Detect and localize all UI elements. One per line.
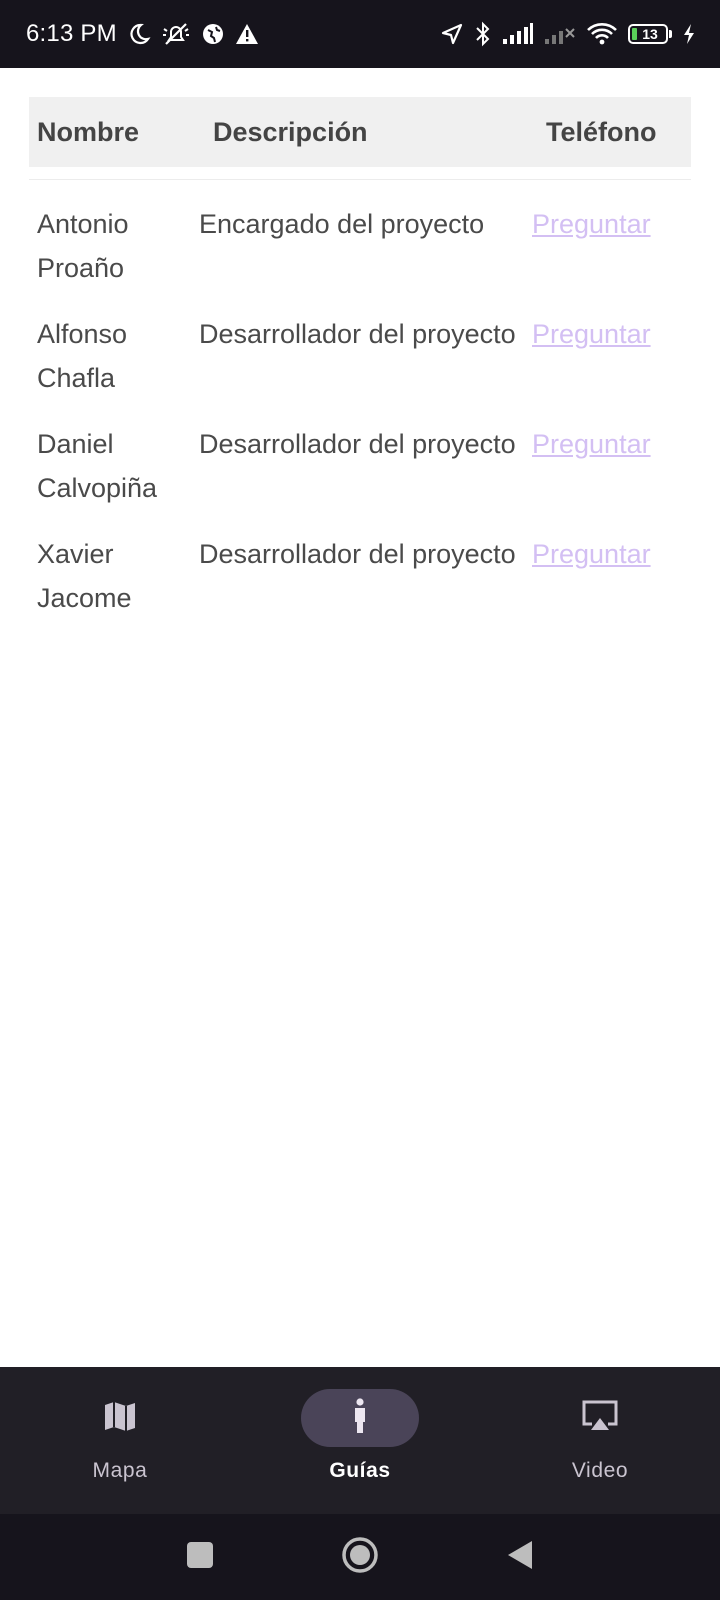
battery-icon: 13 bbox=[628, 24, 672, 44]
signal-off-icon bbox=[544, 23, 576, 45]
moon-icon bbox=[127, 22, 151, 46]
status-time: 6:13 PM bbox=[26, 20, 117, 47]
cell-description: Desarrollador del proyecto bbox=[199, 429, 516, 459]
ask-link[interactable]: Preguntar bbox=[532, 209, 651, 239]
battery-box: 13 bbox=[628, 24, 668, 44]
cell-description: Desarrollador del proyecto bbox=[199, 319, 516, 349]
nav-pill bbox=[541, 1389, 659, 1447]
cell-name: Alfonso Chafla bbox=[37, 319, 128, 393]
nav-item-guias[interactable]: Guías bbox=[260, 1367, 460, 1483]
warning-icon bbox=[235, 23, 259, 45]
table-row: Xavier Jacome Desarrollador del proyecto… bbox=[29, 532, 691, 642]
battery-cap bbox=[669, 30, 672, 38]
cell-name: Xavier Jacome bbox=[37, 539, 132, 613]
ask-link[interactable]: Preguntar bbox=[532, 319, 651, 349]
guides-table: Nombre Descripción Teléfono Antonio Proa… bbox=[29, 97, 691, 642]
nav-label-guias: Guías bbox=[329, 1459, 391, 1482]
nav-pill-active bbox=[301, 1389, 419, 1447]
cell-phone: Preguntar bbox=[531, 532, 691, 642]
status-right: 13 bbox=[440, 21, 696, 47]
table-separator bbox=[29, 167, 691, 180]
header-description: Descripción bbox=[198, 97, 531, 167]
status-bar: 6:13 PM 13 bbox=[0, 0, 720, 68]
signal-icon bbox=[502, 23, 534, 45]
home-button[interactable] bbox=[330, 1527, 390, 1587]
ask-link[interactable]: Preguntar bbox=[532, 429, 651, 459]
cell-phone: Preguntar bbox=[531, 202, 691, 312]
location-icon bbox=[440, 22, 464, 46]
table-row: Alfonso Chafla Desarrollador del proyect… bbox=[29, 312, 691, 422]
ask-link[interactable]: Preguntar bbox=[532, 539, 651, 569]
silent-alarm-icon bbox=[161, 21, 191, 47]
system-navigation bbox=[0, 1514, 720, 1600]
nav-pill bbox=[61, 1389, 179, 1447]
home-circle-icon bbox=[341, 1536, 379, 1579]
nav-label-mapa: Mapa bbox=[92, 1459, 148, 1482]
charging-icon bbox=[682, 23, 696, 45]
back-triangle-icon bbox=[506, 1539, 534, 1576]
recents-square-icon bbox=[186, 1541, 214, 1574]
cell-name: Daniel Calvopiña bbox=[37, 429, 158, 503]
person-icon bbox=[350, 1397, 370, 1439]
table-spacer bbox=[29, 180, 691, 203]
map-icon bbox=[102, 1398, 138, 1439]
cell-phone: Preguntar bbox=[531, 422, 691, 532]
back-button[interactable] bbox=[490, 1527, 550, 1587]
header-phone: Teléfono bbox=[531, 97, 691, 167]
nav-item-video[interactable]: Video bbox=[500, 1367, 700, 1483]
table-header-row: Nombre Descripción Teléfono bbox=[29, 97, 691, 167]
bottom-navigation: Mapa Guías Video bbox=[0, 1367, 720, 1514]
wifi-icon bbox=[586, 22, 618, 46]
cell-description: Desarrollador del proyecto bbox=[199, 539, 516, 569]
recents-button[interactable] bbox=[170, 1527, 230, 1587]
cell-name: Antonio Proaño bbox=[37, 209, 129, 283]
header-name: Nombre bbox=[29, 97, 198, 167]
table-row: Daniel Calvopiña Desarrollador del proye… bbox=[29, 422, 691, 532]
battery-level: 13 bbox=[642, 26, 658, 42]
cell-phone: Preguntar bbox=[531, 312, 691, 422]
nav-item-mapa[interactable]: Mapa bbox=[20, 1367, 220, 1483]
bluetooth-icon bbox=[474, 21, 492, 47]
cell-description: Encargado del proyecto bbox=[199, 209, 485, 239]
status-left: 6:13 PM bbox=[26, 20, 259, 48]
table-row: Antonio Proaño Encargado del proyecto Pr… bbox=[29, 202, 691, 312]
nav-label-video: Video bbox=[571, 1459, 629, 1482]
airplay-icon bbox=[580, 1398, 620, 1439]
vpn-icon bbox=[201, 22, 225, 46]
